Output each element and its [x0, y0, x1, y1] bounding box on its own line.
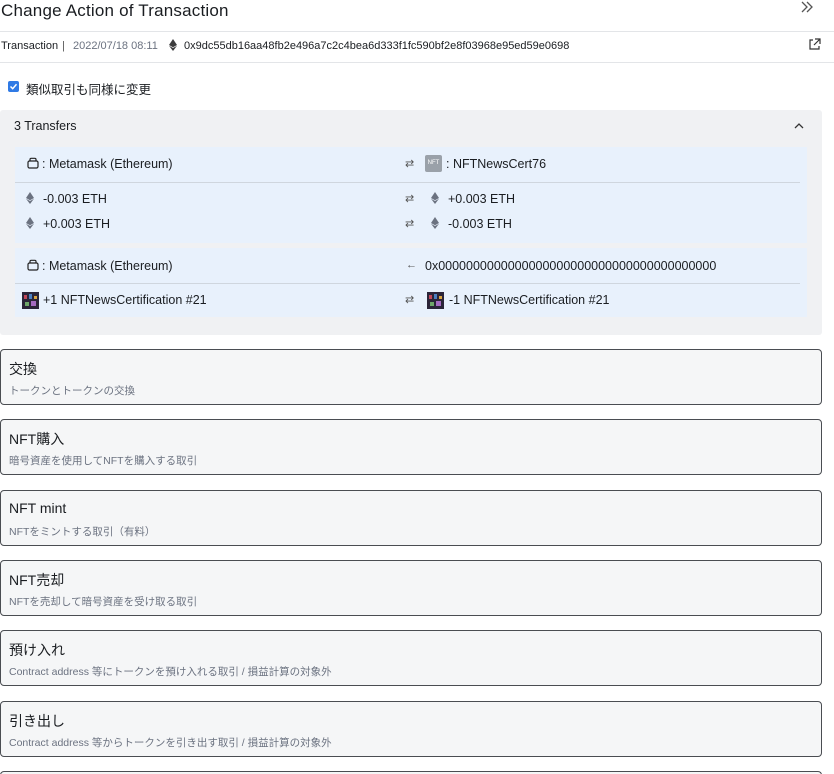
transaction-hash[interactable]: 0x9dc55db16aa48fb2e496a7c2c4bea6d333f1fc…: [184, 40, 569, 52]
action-option-nft-mint[interactable]: NFT mint NFTをミントする取引（有料）: [0, 490, 822, 546]
nft-transfer-right: -1 NFTNewsCertification #21: [449, 293, 610, 307]
action-description: Contract address 等からトークンを引き出す取引 / 損益計算の対…: [9, 737, 332, 749]
transfer-group-1: : Metamask (Ethereum) ⇄ NFT : NFTNewsCer…: [15, 147, 807, 243]
wallet-icon: [27, 156, 39, 174]
wallet-icon: [27, 258, 39, 276]
chevron-up-icon[interactable]: [793, 119, 805, 137]
divider: [15, 283, 800, 284]
action-description: NFTをミントする取引（有料）: [9, 526, 156, 538]
external-link-icon[interactable]: [808, 38, 821, 54]
action-description: トークンとトークンの交換: [9, 385, 135, 397]
ethereum-icon: [169, 39, 177, 54]
divider: [15, 182, 800, 183]
ethereum-icon: [431, 191, 439, 209]
transaction-info-row: Transaction | 2022/07/18 08:11 0x9dc55db…: [0, 32, 834, 63]
action-title: NFT売却: [9, 572, 65, 588]
action-option-withdraw[interactable]: 引き出し Contract address 等からトークンを引き出す取引 / 損…: [0, 701, 822, 757]
double-chevron-right-icon[interactable]: [800, 0, 814, 18]
separator: |: [62, 40, 65, 52]
swap-arrows-icon: ⇄: [405, 158, 415, 170]
transfers-count-heading: 3 Transfers: [14, 119, 77, 133]
action-title: 引き出し: [9, 713, 65, 729]
transfer-amount-left: -0.003 ETH: [43, 192, 107, 206]
apply-similar-checkbox[interactable]: [8, 81, 19, 92]
action-option-deposit[interactable]: 預け入れ Contract address 等にトークンを預け入れる取引 / 損…: [0, 630, 822, 686]
action-option-swap[interactable]: 交換 トークンとトークンの交換: [0, 349, 822, 405]
action-title: 預け入れ: [9, 642, 65, 658]
nft-badge-icon: NFT: [425, 155, 442, 172]
transaction-label: Transaction: [1, 40, 59, 52]
transfer-amount-right: +0.003 ETH: [448, 192, 516, 206]
swap-arrows-icon: ⇄: [405, 294, 415, 306]
modal-header: Change Action of Transaction: [0, 0, 834, 32]
action-title: NFT購入: [9, 431, 65, 447]
action-description: 暗号資産を使用してNFTを購入する取引: [9, 455, 198, 467]
transfer-from-wallet: : Metamask (Ethereum): [42, 157, 173, 171]
transfer-from-wallet: : Metamask (Ethereum): [42, 259, 173, 273]
action-description: Contract address 等にトークンを預け入れる取引 / 損益計算の対…: [9, 666, 332, 678]
swap-arrows-icon: ⇄: [405, 193, 415, 205]
ethereum-icon: [26, 216, 34, 234]
action-option-nft-purchase[interactable]: NFT購入 暗号資産を使用してNFTを購入する取引: [0, 419, 822, 475]
apply-similar-label: 類似取引も同様に変更: [26, 83, 152, 97]
swap-arrows-icon: ⇄: [405, 218, 415, 230]
transfer-amount-left: +0.003 ETH: [43, 217, 111, 231]
page-title: Change Action of Transaction: [1, 1, 229, 20]
action-title: NFT mint: [9, 500, 67, 516]
action-title: 交換: [9, 361, 37, 377]
action-option-nft-sale[interactable]: NFT売却 NFTを売却して暗号資産を受け取る取引: [0, 560, 822, 616]
nft-thumbnail: [22, 292, 39, 309]
transfer-to-address: 0x00000000000000000000000000000000000000…: [425, 259, 717, 273]
nft-transfer-left: +1 NFTNewsCertification #21: [43, 293, 207, 307]
action-description: NFTを売却して暗号資産を受け取る取引: [9, 596, 198, 608]
transfer-amount-right: -0.003 ETH: [448, 217, 512, 231]
transfer-group-2: : Metamask (Ethereum) ← 0x00000000000000…: [15, 248, 807, 317]
ethereum-icon: [26, 191, 34, 209]
transfer-to-account: : NFTNewsCert76: [446, 157, 547, 171]
ethereum-icon: [431, 216, 439, 234]
transfers-panel: 3 Transfers : Metamask (Ethereum) ⇄ NFT …: [0, 110, 822, 335]
arrow-left-icon: ←: [406, 259, 417, 271]
transaction-date: 2022/07/18 08:11: [73, 40, 158, 52]
nft-thumbnail: [427, 292, 444, 309]
